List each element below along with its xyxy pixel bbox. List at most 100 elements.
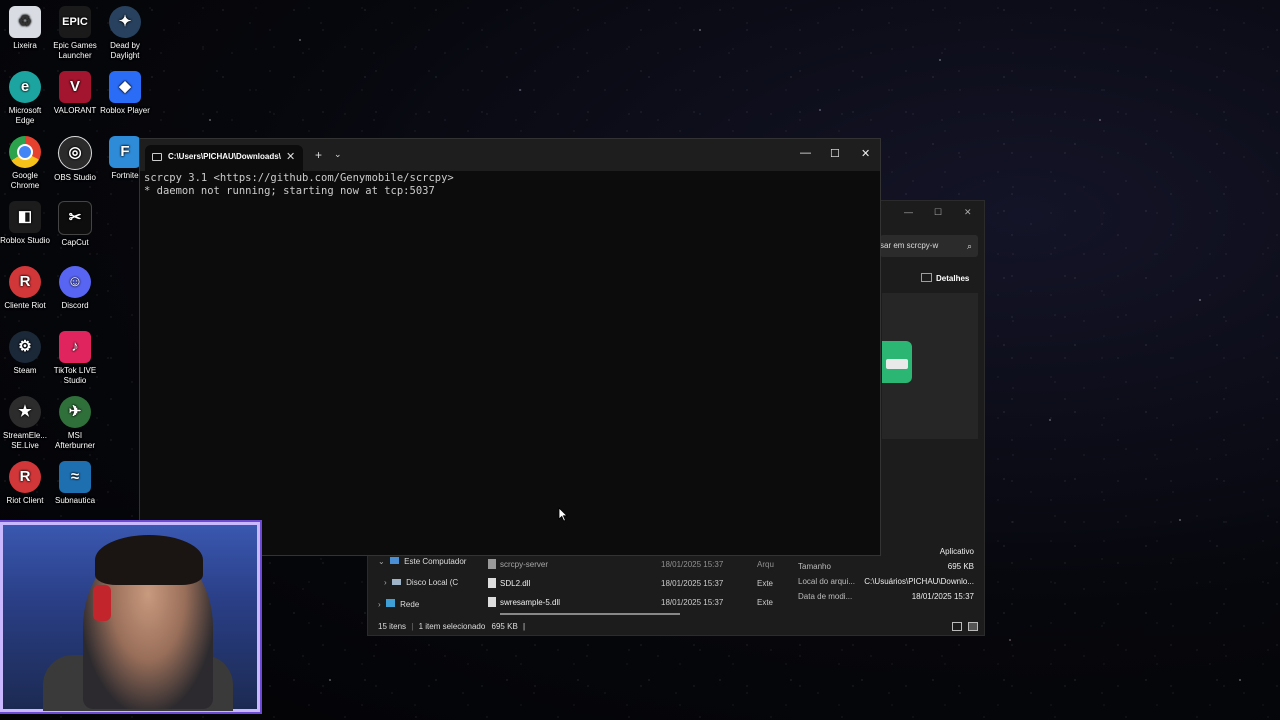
desktop-icon-streamelements[interactable]: ★ StreamEle... SE.Live bbox=[0, 396, 50, 451]
file-date: 18/01/2025 15:37 bbox=[661, 579, 724, 588]
search-icon: ⌕ bbox=[966, 241, 972, 251]
desktop-icon-epic-games[interactable]: EPIC Epic Games Launcher bbox=[50, 6, 100, 61]
minimize-button[interactable]: — bbox=[800, 147, 811, 159]
search-placeholder: sar em scrcpy-w bbox=[880, 241, 939, 250]
desktop-icon-edge[interactable]: e Microsoft Edge bbox=[0, 71, 50, 126]
prop-type-value: Aplicativo bbox=[939, 547, 974, 556]
desktop-icon-subnautica[interactable]: ≈ Subnautica bbox=[50, 461, 100, 506]
valorant-icon: V bbox=[59, 71, 91, 103]
riot-icon: R bbox=[9, 266, 41, 298]
explorer-close-button[interactable]: ✕ bbox=[964, 207, 972, 218]
desktop-icon-label: OBS Studio bbox=[54, 173, 96, 182]
desktop-icon-label: Epic Games Launcher bbox=[53, 41, 97, 60]
obs-icon: ◎ bbox=[58, 136, 92, 170]
file-type: Exte bbox=[757, 598, 774, 607]
desktop-icon-valorant[interactable]: V VALORANT bbox=[50, 71, 100, 116]
desktop-icon-dead-by-daylight[interactable]: ✦ Dead by Daylight bbox=[100, 6, 150, 61]
file-name: SDL2.dll bbox=[500, 579, 531, 588]
webcam-overlay bbox=[0, 522, 260, 712]
prop-size-label: Tamanho bbox=[798, 562, 831, 571]
tree-item-label: Disco Local (C bbox=[406, 578, 459, 587]
tiktok-icon: ♪ bbox=[59, 331, 91, 363]
desktop-icon-label: Cliente Riot bbox=[4, 301, 46, 310]
close-button[interactable]: ✕ bbox=[861, 147, 870, 160]
desktop-icon-chrome[interactable]: Google Chrome bbox=[0, 136, 50, 191]
explorer-maximize-button[interactable]: ☐ bbox=[934, 207, 942, 218]
file-date: 18/01/2025 15:37 bbox=[661, 598, 724, 607]
explorer-search-box[interactable]: sar em scrcpy-w ⌕ bbox=[880, 235, 978, 257]
desktop-icon-lixeira[interactable]: ♻ Lixeira bbox=[0, 6, 50, 51]
fortnite-icon: F bbox=[109, 136, 141, 168]
details-pane-icon bbox=[921, 273, 932, 282]
details-label: Detalhes bbox=[936, 274, 970, 283]
status-item-count: 15 itens bbox=[378, 622, 407, 631]
file-row[interactable]: SDL2.dll 18/01/2025 15:37 Exte bbox=[480, 576, 780, 592]
desktop-icon-riot-client[interactable]: R Riot Client bbox=[0, 461, 50, 506]
edge-icon: e bbox=[9, 71, 41, 103]
file-name: swresample-5.dll bbox=[500, 598, 561, 607]
subnautica-icon: ≈ bbox=[59, 461, 91, 493]
terminal-line: * daemon not running; starting now at tc… bbox=[144, 185, 435, 197]
horizontal-scrollbar[interactable] bbox=[500, 613, 680, 615]
terminal-window[interactable]: C:\Users\PICHAU\Downloads\ ✕ + ⌄ — ☐ ✕ s… bbox=[139, 138, 881, 556]
preview-pane bbox=[882, 293, 978, 439]
chevron-down-icon[interactable]: ⌄ bbox=[334, 149, 342, 160]
file-type: Arqu bbox=[757, 560, 774, 569]
close-tab-icon[interactable]: ✕ bbox=[286, 150, 295, 163]
computer-icon bbox=[389, 557, 399, 564]
desktop-icon-label: Riot Client bbox=[6, 496, 44, 505]
terminal-icon bbox=[152, 153, 162, 161]
status-size: 695 KB bbox=[491, 622, 518, 631]
terminal-tab[interactable]: C:\Users\PICHAU\Downloads\ ✕ bbox=[145, 145, 303, 171]
dead-by-daylight-icon: ✦ bbox=[109, 6, 141, 38]
roblox-studio-icon: ◧ bbox=[9, 201, 41, 233]
network-icon bbox=[385, 599, 395, 607]
details-button[interactable]: Detalhes bbox=[921, 273, 969, 283]
desktop-icon-capcut[interactable]: ✂ CapCut bbox=[50, 201, 100, 248]
msi-afterburner-icon: ✈ bbox=[59, 396, 91, 428]
tree-item-este-computador[interactable]: ⌄ Este Computador bbox=[378, 557, 466, 566]
desktop-icon-msi-afterburner[interactable]: ✈ MSI Afterburner bbox=[50, 396, 100, 451]
prop-modified-value: 18/01/2025 15:37 bbox=[911, 592, 974, 601]
new-tab-button[interactable]: + bbox=[315, 148, 322, 162]
tiles-view-icon[interactable] bbox=[968, 622, 978, 631]
desktop-icon-cliente-riot[interactable]: R Cliente Riot bbox=[0, 266, 50, 311]
file-name: scrcpy-server bbox=[500, 560, 549, 569]
prop-size-value: 695 KB bbox=[947, 562, 974, 571]
desktop-icon-label: Lixeira bbox=[13, 41, 37, 50]
desktop-icon-steam[interactable]: ⚙ Steam bbox=[0, 331, 50, 376]
file-icon bbox=[488, 559, 496, 569]
desktop-icon-label: Microsoft Edge bbox=[8, 106, 42, 125]
file-row[interactable]: scrcpy-server 18/01/2025 15:37 Arqu bbox=[480, 557, 780, 573]
file-icon bbox=[488, 578, 496, 588]
drive-icon bbox=[391, 579, 401, 585]
epic-games-icon: EPIC bbox=[59, 6, 91, 38]
status-bar: 15 itens | 1 item selecionado 695 KB | bbox=[378, 622, 526, 631]
prop-location-value: C:\Usuários\PICHAU\Downlo... bbox=[864, 577, 974, 586]
file-icon bbox=[488, 597, 496, 607]
terminal-titlebar[interactable]: C:\Users\PICHAU\Downloads\ ✕ + ⌄ — ☐ ✕ bbox=[140, 139, 880, 171]
prop-location-label: Local do arqui... bbox=[798, 577, 855, 586]
desktop-icon-tiktok-live[interactable]: ♪ TikTok LIVE Studio bbox=[50, 331, 100, 386]
explorer-minimize-button[interactable]: — bbox=[904, 207, 913, 217]
terminal-line: scrcpy 3.1 <https://github.com/Genymobil… bbox=[144, 172, 454, 184]
tree-item-rede[interactable]: › Rede bbox=[378, 599, 419, 609]
maximize-button[interactable]: ☐ bbox=[830, 147, 840, 160]
desktop-icon-label: MSI Afterburner bbox=[54, 431, 96, 450]
recycle-bin-icon: ♻ bbox=[9, 6, 41, 38]
desktop-icon-discord[interactable]: ☺ Discord bbox=[50, 266, 100, 311]
desktop-icon-roblox-player[interactable]: ◆ Roblox Player bbox=[100, 71, 150, 116]
desktop-icon-label: Steam bbox=[13, 366, 37, 375]
tree-item-disco-local[interactable]: › Disco Local (C bbox=[384, 578, 458, 587]
desktop-icon-label: TikTok LIVE Studio bbox=[53, 366, 97, 385]
riot-client-icon: R bbox=[9, 461, 41, 493]
file-row[interactable]: swresample-5.dll 18/01/2025 15:37 Exte bbox=[480, 595, 780, 611]
desktop-icon-label: Google Chrome bbox=[10, 171, 40, 190]
details-view-icon[interactable] bbox=[952, 622, 962, 631]
desktop-icon-roblox-studio[interactable]: ◧ Roblox Studio bbox=[0, 201, 50, 246]
terminal-tab-title: C:\Users\PICHAU\Downloads\ bbox=[168, 152, 281, 161]
desktop-icon-label: StreamEle... SE.Live bbox=[2, 431, 47, 450]
desktop-icon-obs[interactable]: ◎ OBS Studio bbox=[50, 136, 100, 183]
desktop-icon-label: Discord bbox=[61, 301, 89, 310]
terminal-output[interactable]: scrcpy 3.1 <https://github.com/Genymobil… bbox=[144, 172, 876, 198]
